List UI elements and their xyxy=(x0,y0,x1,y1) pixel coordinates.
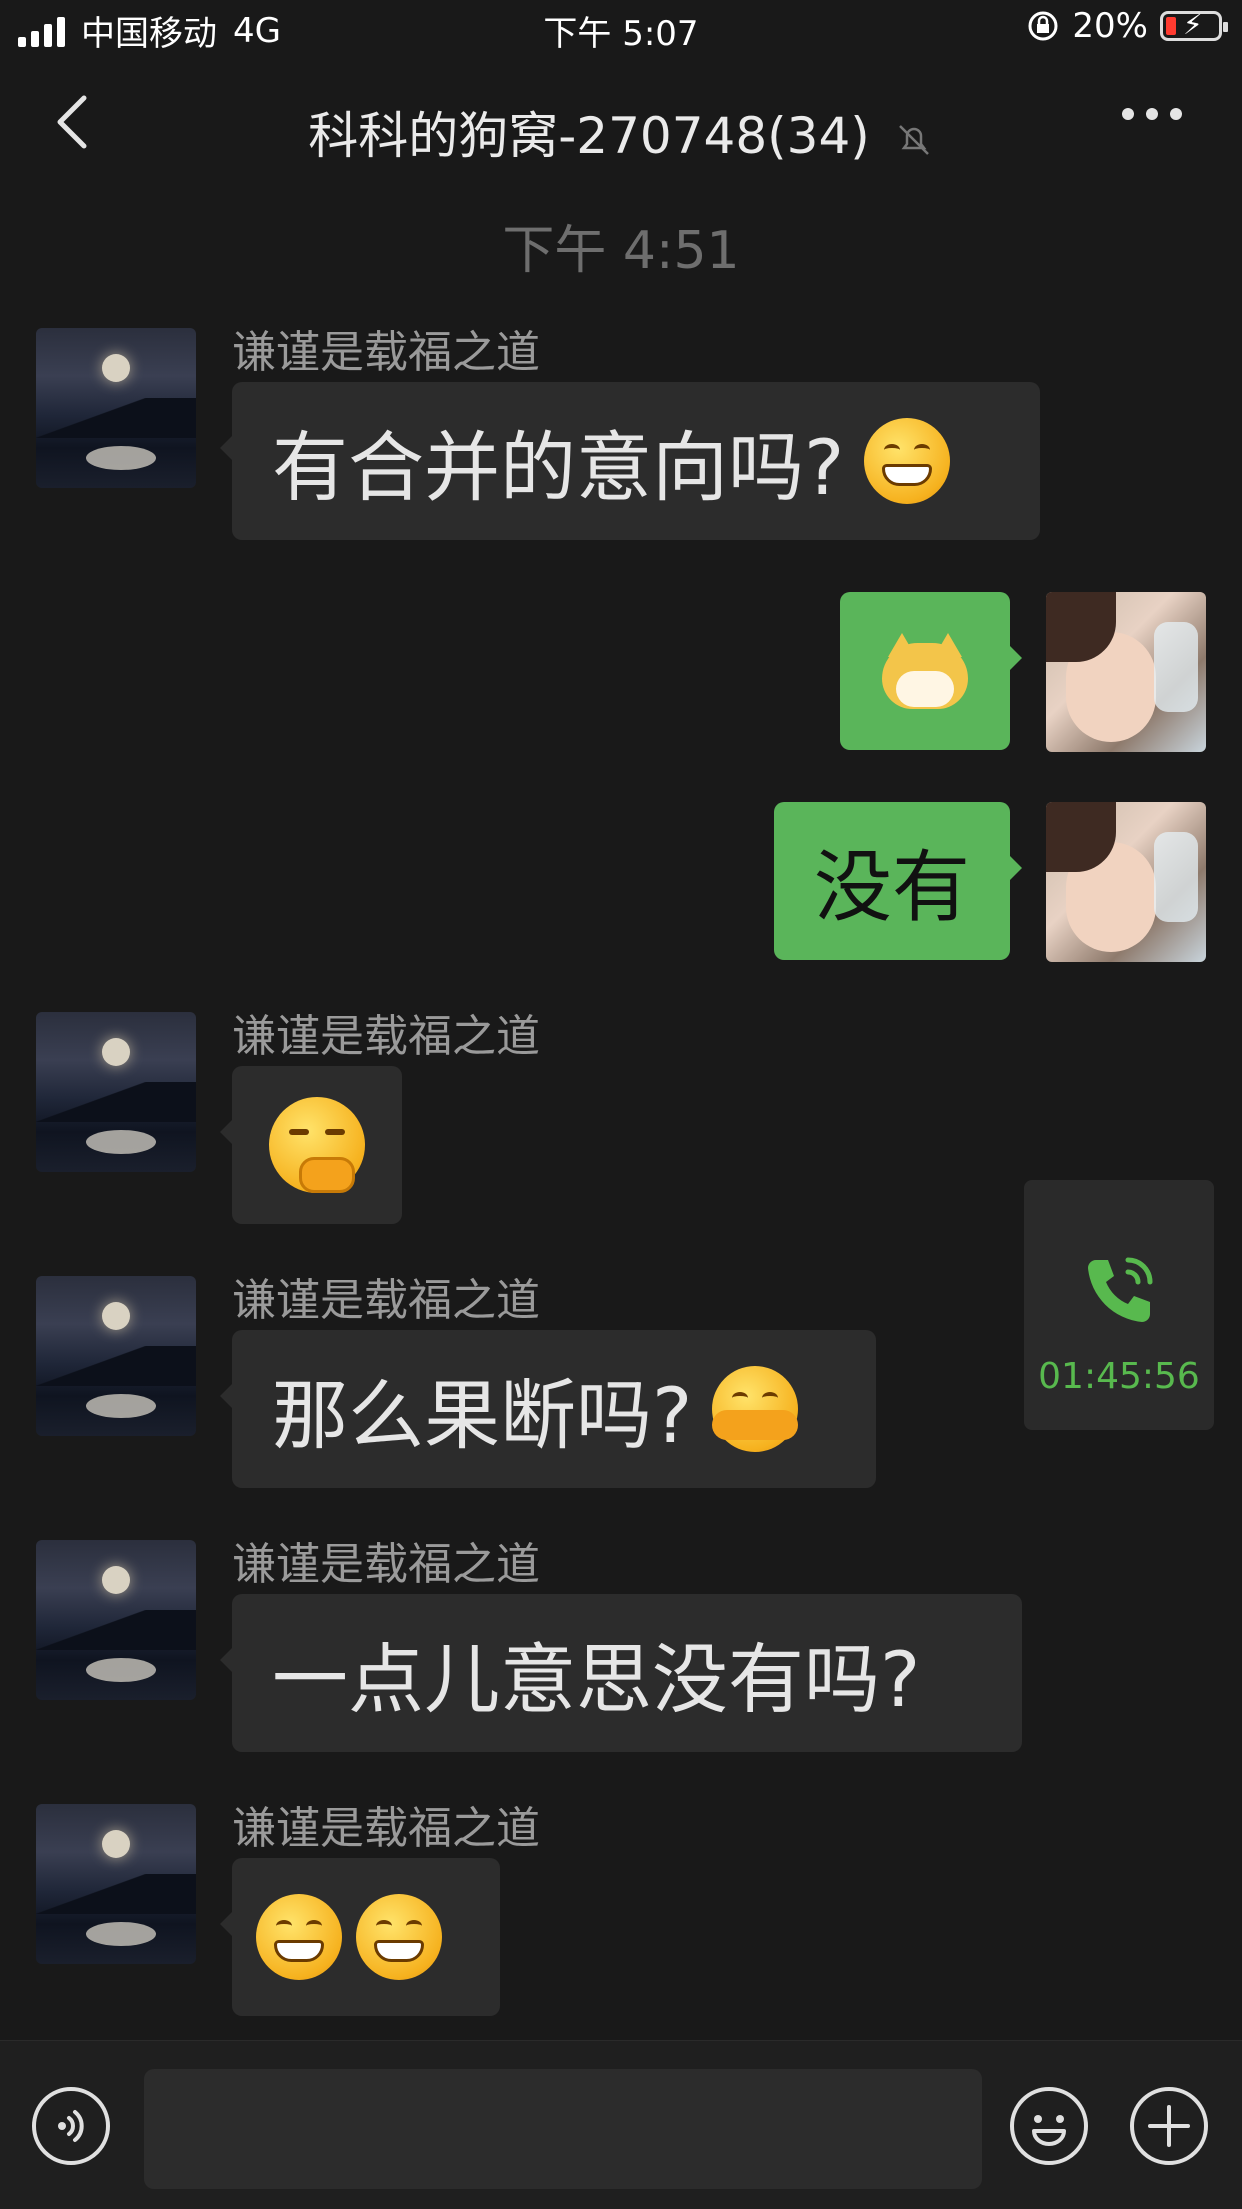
plus-icon xyxy=(1148,2105,1190,2147)
avatar[interactable] xyxy=(36,1804,196,1964)
rotation-lock-icon xyxy=(1028,11,1058,41)
message-text: 那么果断吗? xyxy=(272,1371,693,1460)
sender-name: 谦谨是载福之道 xyxy=(232,1539,540,1590)
voice-call-card[interactable]: 01:45:56 xyxy=(1024,1180,1214,1430)
emoji-button[interactable] xyxy=(1010,2087,1088,2165)
sender-name: 谦谨是载福之道 xyxy=(232,1803,540,1854)
message-bubble[interactable]: 一点儿意思没有吗? xyxy=(220,1594,1022,1752)
more-dots-icon xyxy=(1122,108,1134,120)
avatar[interactable] xyxy=(36,1540,196,1700)
sender-name: 谦谨是载福之道 xyxy=(232,327,540,378)
avatar-self[interactable] xyxy=(1046,592,1206,752)
phone-icon xyxy=(1088,1257,1153,1322)
avatar[interactable] xyxy=(36,1012,196,1172)
chat-timestamp: 下午 4:51 xyxy=(502,221,740,281)
avatar-self[interactable] xyxy=(1046,802,1206,962)
avatar[interactable] xyxy=(36,328,196,488)
message-bubble-outgoing[interactable]: 没有 xyxy=(774,802,1022,960)
avatar[interactable] xyxy=(36,1276,196,1436)
battery-icon: ⚡ xyxy=(1160,8,1228,41)
message-text: 有合并的意向吗? xyxy=(272,423,845,512)
message-text: 没有 xyxy=(813,843,970,933)
chat-title: 科科的狗窝-270748(34) xyxy=(308,107,870,165)
facepalm-cry-emoji-icon xyxy=(712,1366,799,1452)
smirk-emoji-icon xyxy=(269,1097,365,1193)
voice-icon xyxy=(58,2110,84,2142)
nav-bar: 科科的狗窝-270748(34) xyxy=(0,62,1242,192)
message-input[interactable] xyxy=(144,2069,982,2189)
message-bubble-outgoing[interactable] xyxy=(840,592,1022,750)
sender-name: 谦谨是载福之道 xyxy=(232,1275,540,1326)
message-text: 一点儿意思没有吗? xyxy=(272,1635,921,1724)
message-bubble[interactable] xyxy=(220,1066,402,1224)
grin-emoji-icon xyxy=(864,418,951,504)
bell-slash-icon xyxy=(898,124,929,155)
smiley-icon xyxy=(1032,2115,1066,2146)
battery-percent: 20% xyxy=(1072,6,1148,46)
cat-emoji-icon xyxy=(882,633,968,709)
message-bubble[interactable]: 那么果断吗? xyxy=(220,1330,876,1488)
input-bar xyxy=(0,2040,1242,2209)
chat-title-wrap: 科科的狗窝-270748(34) xyxy=(0,96,1242,168)
grin-emoji-icon xyxy=(356,1894,442,1980)
plus-button[interactable] xyxy=(1130,2087,1208,2165)
message-bubble[interactable]: 有合并的意向吗? xyxy=(220,382,1040,540)
more-button[interactable] xyxy=(1122,108,1182,120)
message-bubble[interactable] xyxy=(220,1858,500,2016)
call-duration: 01:45:56 xyxy=(1038,1356,1200,1397)
status-bar: 中国移动 4G 下午 5:07 20% ⚡ xyxy=(0,0,1242,62)
sender-name: 谦谨是载福之道 xyxy=(232,1011,540,1062)
grin-emoji-icon xyxy=(256,1894,342,1980)
status-right: 20% ⚡ xyxy=(1026,6,1228,46)
voice-button[interactable] xyxy=(32,2087,110,2165)
